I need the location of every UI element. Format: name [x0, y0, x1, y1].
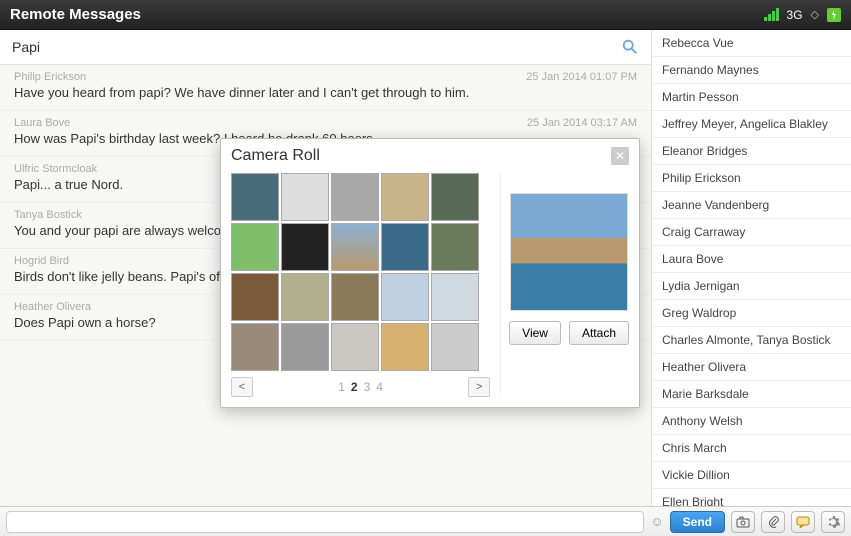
contact-item[interactable]: Jeffrey Meyer, Angelica Blakley [652, 111, 851, 138]
wifi-icon: ◇ [811, 8, 819, 21]
message-body: Have you heard from papi? We have dinner… [14, 85, 637, 100]
contact-item[interactable]: Vickie Dillion [652, 462, 851, 489]
contacts-sidebar[interactable]: Rebecca Vue Fernando Maynes Martin Pesso… [651, 30, 851, 506]
page-number[interactable]: 4 [376, 380, 383, 394]
thumbnail-grid [231, 173, 490, 371]
network-label: 3G [787, 8, 803, 22]
thumbnail[interactable] [331, 323, 379, 371]
send-button[interactable]: Send [670, 511, 725, 533]
search-bar [0, 30, 651, 65]
emoji-icon[interactable]: ☺ [650, 514, 663, 529]
thumbnail[interactable] [431, 223, 479, 271]
thumbnail[interactable] [231, 273, 279, 321]
gear-icon[interactable] [821, 511, 845, 533]
thumbnail[interactable] [231, 173, 279, 221]
contact-item[interactable]: Charles Almonte, Tanya Bostick [652, 327, 851, 354]
contact-item[interactable]: Craig Carraway [652, 219, 851, 246]
thumbnail[interactable] [431, 323, 479, 371]
thumbnail[interactable] [381, 173, 429, 221]
search-icon[interactable] [621, 38, 639, 56]
contact-item[interactable]: Eleanor Bridges [652, 138, 851, 165]
thumbnail[interactable] [381, 273, 429, 321]
page-number[interactable]: 3 [364, 380, 371, 394]
message-time: 25 Jan 2014 03:17 AM [527, 117, 637, 129]
thumbnail[interactable] [281, 273, 329, 321]
contact-item[interactable]: Philip Erickson [652, 165, 851, 192]
message-sender: Hogrid Bird [14, 255, 69, 267]
search-input[interactable] [12, 39, 621, 55]
thumbnail[interactable] [331, 273, 379, 321]
thumbnail[interactable] [281, 173, 329, 221]
pager: < 1 2 3 4 > [231, 377, 490, 397]
composer-bar: ☺ Send [0, 506, 851, 536]
app-title: Remote Messages [10, 6, 141, 23]
app-header: Remote Messages 3G ◇ [0, 0, 851, 30]
next-page-button[interactable]: > [468, 377, 490, 397]
contact-item[interactable]: Jeanne Vandenberg [652, 192, 851, 219]
contact-item[interactable]: Anthony Welsh [652, 408, 851, 435]
thumbnail[interactable] [281, 223, 329, 271]
contact-item[interactable]: Marie Barksdale [652, 381, 851, 408]
contact-item[interactable]: Martin Pesson [652, 84, 851, 111]
message-sender: Philip Erickson [14, 71, 86, 83]
battery-icon [827, 8, 841, 22]
signal-icon [764, 8, 779, 21]
popup-title: Camera Roll [231, 147, 320, 165]
contact-item[interactable]: Laura Bove [652, 246, 851, 273]
close-icon[interactable]: ✕ [611, 147, 629, 165]
attachment-icon[interactable] [761, 511, 785, 533]
contact-item[interactable]: Greg Waldrop [652, 300, 851, 327]
message-sender: Ulfric Stormcloak [14, 163, 97, 175]
status-icons: 3G ◇ [764, 8, 841, 22]
contact-item[interactable]: Heather Olivera [652, 354, 851, 381]
message-sender: Laura Bove [14, 117, 70, 129]
view-button[interactable]: View [509, 321, 561, 345]
thumbnail[interactable] [231, 323, 279, 371]
contact-item[interactable]: Fernando Maynes [652, 57, 851, 84]
compose-input[interactable] [6, 511, 644, 533]
thumbnail[interactable] [331, 173, 379, 221]
chat-icon[interactable] [791, 511, 815, 533]
message-sender: Heather Olivera [14, 301, 91, 313]
thumbnail[interactable] [331, 223, 379, 271]
thumbnail[interactable] [431, 273, 479, 321]
page-number[interactable]: 1 [338, 380, 345, 394]
attach-button[interactable]: Attach [569, 321, 629, 345]
contact-item[interactable]: Chris March [652, 435, 851, 462]
message-item[interactable]: Philip Erickson 25 Jan 2014 01:07 PM Have … [0, 65, 651, 111]
camera-roll-popup: Camera Roll ✕ < 1 2 3 4 > [220, 138, 640, 408]
thumbnail[interactable] [231, 223, 279, 271]
thumbnail[interactable] [381, 323, 429, 371]
message-time: 25 Jan 2014 01:07 PM [526, 71, 637, 83]
page-number-current[interactable]: 2 [351, 380, 358, 394]
contact-item[interactable]: Lydia Jernigan [652, 273, 851, 300]
preview-image [510, 193, 628, 311]
thumbnail[interactable] [431, 173, 479, 221]
contact-item[interactable]: Rebecca Vue [652, 30, 851, 57]
thumbnail[interactable] [281, 323, 329, 371]
contact-item[interactable]: Ellen Bright [652, 489, 851, 506]
message-sender: Tanya Bostick [14, 209, 82, 221]
camera-icon[interactable] [731, 511, 755, 533]
prev-page-button[interactable]: < [231, 377, 253, 397]
thumbnail[interactable] [381, 223, 429, 271]
